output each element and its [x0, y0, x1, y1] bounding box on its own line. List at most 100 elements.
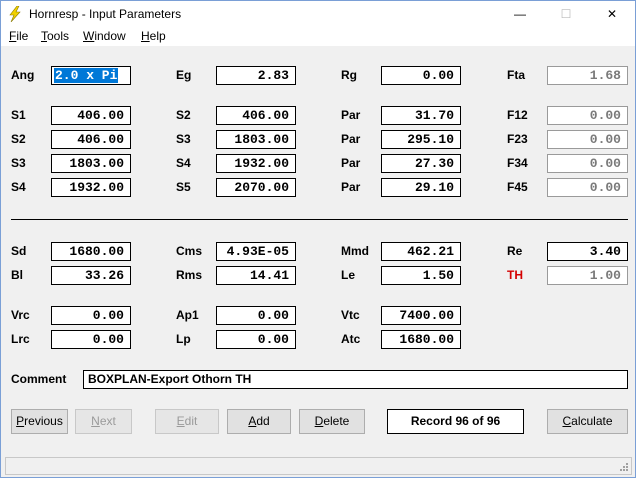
delete-button[interactable]: Delete — [299, 409, 365, 434]
add-button[interactable]: Add — [227, 409, 291, 434]
field-f45[interactable]: 0.00 — [547, 178, 628, 197]
field-rg[interactable]: 0.00 — [381, 66, 461, 85]
field-s1[interactable]: 406.00 — [51, 106, 131, 125]
record-indicator: Record 96 of 96 — [387, 409, 524, 434]
field-fta[interactable]: 1.68 — [547, 66, 628, 85]
calculate-mnemonic: C — [562, 414, 572, 428]
window-title: Hornresp - Input Parameters — [29, 7, 182, 21]
label-f34: F34 — [507, 156, 528, 170]
field-vrc[interactable]: 0.00 — [51, 306, 131, 325]
status-bar — [5, 457, 632, 475]
field-f34[interactable]: 0.00 — [547, 154, 628, 173]
menu-help-label: elp — [149, 29, 166, 43]
label-bl: Bl — [11, 268, 23, 282]
field-ap1[interactable]: 0.00 — [216, 306, 296, 325]
field-lrc[interactable]: 0.00 — [51, 330, 131, 349]
field-vtc[interactable]: 7400.00 — [381, 306, 461, 325]
label-sd: Sd — [11, 244, 27, 258]
comment-input[interactable]: BOXPLAN-Export Othorn TH — [83, 370, 628, 389]
label-par-4: Par — [341, 180, 361, 194]
label-fta: Fta — [507, 68, 525, 82]
label-ap1: Ap1 — [176, 308, 199, 322]
calculate-button[interactable]: Calculate — [547, 409, 628, 434]
label-s4: S4 — [11, 180, 26, 194]
edit-button[interactable]: Edit — [155, 409, 219, 434]
field-sd[interactable]: 1680.00 — [51, 242, 131, 261]
label-re: Re — [507, 244, 523, 258]
menu-help[interactable]: Help — [141, 29, 166, 43]
field-ang[interactable]: 2.0 x Pi — [51, 66, 131, 85]
field-s4-top[interactable]: 1932.00 — [216, 154, 296, 173]
menu-window-mnemonic: W — [83, 29, 95, 43]
field-s2[interactable]: 406.00 — [51, 130, 131, 149]
label-s2: S2 — [11, 132, 26, 146]
field-lp[interactable]: 0.00 — [216, 330, 296, 349]
field-rms[interactable]: 14.41 — [216, 266, 296, 285]
previous-label: revious — [24, 414, 63, 428]
menu-file[interactable]: File — [9, 29, 28, 43]
label-s3: S3 — [11, 156, 26, 170]
field-eg[interactable]: 2.83 — [216, 66, 296, 85]
label-vrc: Vrc — [11, 308, 30, 322]
field-s3[interactable]: 1803.00 — [51, 154, 131, 173]
label-s4-top: S4 — [176, 156, 191, 170]
field-f23[interactable]: 0.00 — [547, 130, 628, 149]
next-label: ext — [99, 414, 116, 428]
previous-button[interactable]: Previous — [11, 409, 68, 434]
minimize-button[interactable]: — — [497, 1, 543, 27]
label-par-3: Par — [341, 156, 361, 170]
close-button[interactable]: ✕ — [589, 1, 635, 27]
edit-label: dit — [184, 414, 198, 428]
label-comment: Comment — [11, 372, 67, 386]
label-f23: F23 — [507, 132, 528, 146]
menu-window[interactable]: Window — [83, 29, 126, 43]
field-s4[interactable]: 1932.00 — [51, 178, 131, 197]
field-th[interactable]: 1.00 — [547, 266, 628, 285]
field-par-3[interactable]: 27.30 — [381, 154, 461, 173]
label-par-1: Par — [341, 108, 361, 122]
calculate-label: alculate — [571, 414, 613, 428]
field-f12[interactable]: 0.00 — [547, 106, 628, 125]
delete-label: elete — [323, 414, 350, 428]
label-s1: S1 — [11, 108, 26, 122]
field-cms[interactable]: 4.93E-05 — [216, 242, 296, 261]
field-mmd[interactable]: 462.21 — [381, 242, 461, 261]
label-par-2: Par — [341, 132, 361, 146]
add-label: dd — [256, 414, 270, 428]
menu-tools[interactable]: Tools — [41, 29, 69, 43]
field-s5-top[interactable]: 2070.00 — [216, 178, 296, 197]
title-bar[interactable]: Hornresp - Input Parameters — ☐ ✕ — [1, 1, 635, 27]
lightning-bolt-icon — [9, 6, 21, 22]
next-mnemonic: N — [91, 414, 100, 428]
section-divider — [11, 219, 628, 220]
label-rg: Rg — [341, 68, 357, 82]
field-par-2[interactable]: 295.10 — [381, 130, 461, 149]
previous-mnemonic: P — [16, 414, 25, 428]
field-par-4[interactable]: 29.10 — [381, 178, 461, 197]
field-s3-top[interactable]: 1803.00 — [216, 130, 296, 149]
resize-grip-icon[interactable] — [618, 461, 628, 471]
label-s5-top: S5 — [176, 180, 191, 194]
menu-window-label: indow — [94, 29, 126, 43]
field-s2-top[interactable]: 406.00 — [216, 106, 296, 125]
field-re[interactable]: 3.40 — [547, 242, 628, 261]
label-th: TH — [507, 268, 523, 282]
label-ang: Ang — [11, 68, 35, 82]
label-lp: Lp — [176, 332, 191, 346]
label-f45: F45 — [507, 180, 528, 194]
field-par-1[interactable]: 31.70 — [381, 106, 461, 125]
label-f12: F12 — [507, 108, 528, 122]
field-ang-selected-text: 2.0 x Pi — [54, 68, 119, 83]
next-button[interactable]: Next — [75, 409, 132, 434]
label-le: Le — [341, 268, 356, 282]
hornresp-window: Hornresp - Input Parameters — ☐ ✕ File T… — [0, 0, 636, 478]
label-eg: Eg — [176, 68, 192, 82]
menu-help-mnemonic: H — [141, 29, 150, 43]
maximize-button[interactable]: ☐ — [543, 1, 589, 27]
label-s2-top: S2 — [176, 108, 191, 122]
field-le[interactable]: 1.50 — [381, 266, 461, 285]
label-vtc: Vtc — [341, 308, 360, 322]
label-lrc: Lrc — [11, 332, 30, 346]
field-bl[interactable]: 33.26 — [51, 266, 131, 285]
field-atc[interactable]: 1680.00 — [381, 330, 461, 349]
